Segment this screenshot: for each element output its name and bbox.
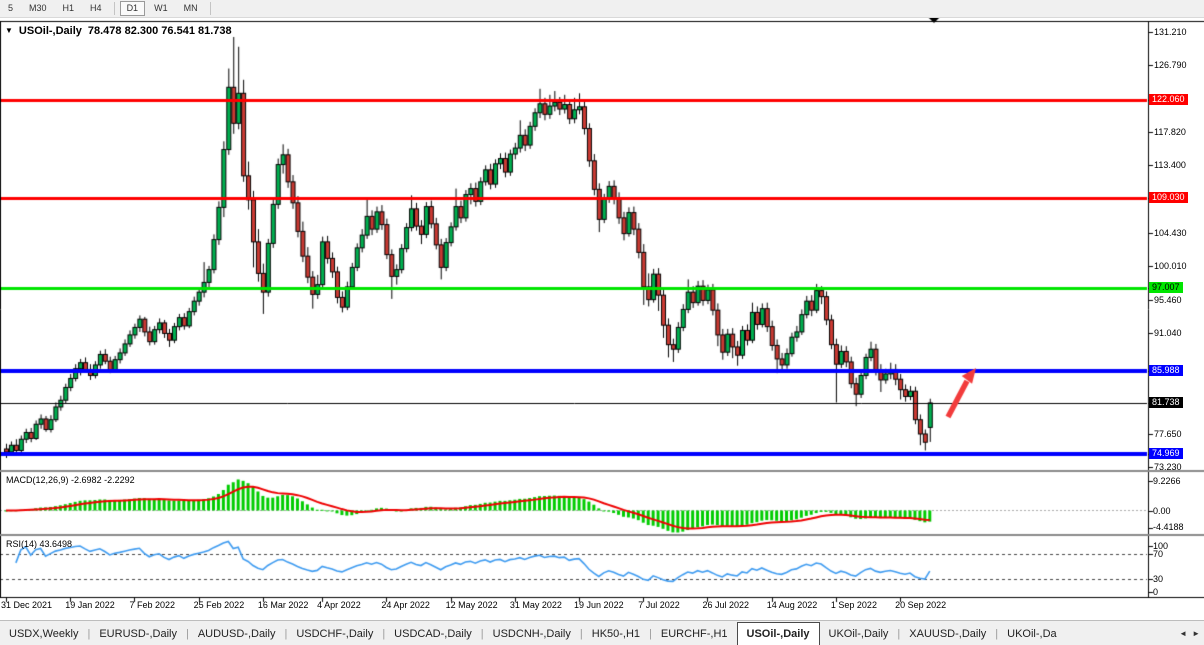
tab-audusd-daily[interactable]: AUDUSD-,Daily bbox=[189, 621, 285, 645]
date-label: 31 Dec 2021 bbox=[1, 600, 52, 610]
symbol-tab-bar: USDX,Weekly|EURUSD-,Daily|AUDUSD-,Daily|… bbox=[0, 620, 1204, 645]
price-axis-chip: 81.738 bbox=[1149, 397, 1183, 408]
tab-usdchf-daily[interactable]: USDCHF-,Daily bbox=[287, 621, 382, 645]
date-label: 14 Aug 2022 bbox=[767, 600, 818, 610]
tab-usdcad-daily[interactable]: USDCAD-,Daily bbox=[385, 621, 481, 645]
price-axis-chip: 109.030 bbox=[1149, 192, 1188, 203]
macd-indicator-name: MACD(12,26,9) bbox=[6, 475, 69, 485]
timeframe-button-m30[interactable]: M30 bbox=[22, 1, 54, 16]
tab-eurusd-daily[interactable]: EURUSD-,Daily bbox=[90, 621, 186, 645]
rsi-indicator-value: 43.6498 bbox=[40, 539, 73, 549]
tab-eurchf-h1[interactable]: EURCHF-,H1 bbox=[652, 621, 737, 645]
timeframe-button-h1[interactable]: H1 bbox=[56, 1, 82, 16]
tab-usdcnh-daily[interactable]: USDCNH-,Daily bbox=[484, 621, 580, 645]
timeframe-toolbar: 5M30H1H4 D1W1MN bbox=[0, 0, 1204, 18]
date-label: 7 Jul 2022 bbox=[638, 600, 680, 610]
date-label: 31 May 2022 bbox=[510, 600, 562, 610]
rsi-indicator-name: RSI(14) bbox=[6, 539, 37, 549]
toolbar-separator bbox=[114, 2, 115, 15]
tab-hk50-h1[interactable]: HK50-,H1 bbox=[583, 621, 649, 645]
date-label: 24 Apr 2022 bbox=[381, 600, 430, 610]
chart-symbol-label: USOil-,Daily bbox=[19, 25, 82, 37]
chart-ohlc-values: 78.478 82.300 76.541 81.738 bbox=[88, 25, 232, 37]
price-axis-label: 113.400 bbox=[1154, 160, 1186, 170]
chart-dropdown-icon: ▼ bbox=[5, 27, 13, 35]
timeframe-button-mn[interactable]: MN bbox=[177, 1, 205, 16]
price-axis-label: 95.460 bbox=[1154, 295, 1182, 305]
price-axis-chip: 97.007 bbox=[1149, 282, 1183, 293]
date-label: 4 Apr 2022 bbox=[317, 600, 361, 610]
price-axis-label: 73.230 bbox=[1154, 462, 1182, 472]
timeframe-button-h4[interactable]: H4 bbox=[83, 1, 109, 16]
timeframe-button-w1[interactable]: W1 bbox=[147, 1, 175, 16]
tab-xauusd-daily[interactable]: XAUUSD-,Daily bbox=[900, 621, 995, 645]
price-axis-label: 100.010 bbox=[1154, 261, 1187, 271]
tab-usdx-weekly[interactable]: USDX,Weekly bbox=[0, 621, 87, 645]
macd-axis-label: -4.4188 bbox=[1153, 522, 1184, 532]
date-label: 19 Jan 2022 bbox=[65, 600, 115, 610]
date-axis: 31 Dec 2021 19 Jan 2022 7 Feb 2022 25 Feb 2… bbox=[0, 599, 1148, 613]
tab-ukoil-da[interactable]: UKOil-,Da bbox=[998, 621, 1066, 645]
timeframe-button-d1[interactable]: D1 bbox=[120, 1, 146, 16]
price-axis-label: 126.790 bbox=[1154, 60, 1187, 70]
price-axis-chip: 122.060 bbox=[1149, 94, 1188, 105]
price-axis-chip: 85.988 bbox=[1149, 365, 1183, 376]
price-axis-label: 77.650 bbox=[1154, 429, 1182, 439]
rsi-axis-label: 70 bbox=[1153, 549, 1163, 559]
rsi-panel-label: RSI(14) 43.6498 bbox=[6, 539, 72, 549]
date-label: 7 Feb 2022 bbox=[129, 600, 175, 610]
macd-axis-label: 0.00 bbox=[1153, 506, 1171, 516]
chart-canvas bbox=[0, 0, 1204, 645]
trading-app-window: 5M30H1H4 D1W1MN ▼ USOil-,Daily 78.478 82.… bbox=[0, 0, 1204, 645]
macd-panel-label: MACD(12,26,9) -2.6982 -2.2292 bbox=[6, 475, 135, 485]
date-label: 25 Feb 2022 bbox=[194, 600, 245, 610]
macd-axis-label: 9.2266 bbox=[1153, 476, 1181, 486]
price-axis-label: 131.210 bbox=[1154, 27, 1187, 37]
date-label: 26 Jul 2022 bbox=[702, 600, 749, 610]
date-label: 16 Mar 2022 bbox=[258, 600, 309, 610]
tab-scroll-arrows: ◄ ► bbox=[1179, 621, 1202, 645]
macd-indicator-values: -2.6982 -2.2292 bbox=[71, 475, 135, 485]
price-axis-chip: 74.969 bbox=[1149, 448, 1183, 459]
timeframe-button-5[interactable]: 5 bbox=[1, 1, 20, 16]
date-label: 19 Jun 2022 bbox=[574, 600, 624, 610]
rsi-axis-label: 30 bbox=[1153, 574, 1163, 584]
date-label: 20 Sep 2022 bbox=[895, 600, 946, 610]
toolbar-separator bbox=[210, 2, 211, 15]
date-label: 12 May 2022 bbox=[446, 600, 498, 610]
chart-title: ▼ USOil-,Daily 78.478 82.300 76.541 81.7… bbox=[5, 25, 232, 37]
tab-scroll-left-icon[interactable]: ◄ bbox=[1179, 629, 1187, 638]
date-label: 1 Sep 2022 bbox=[831, 600, 877, 610]
tab-ukoil-daily[interactable]: UKOil-,Daily bbox=[820, 621, 898, 645]
price-axis-label: 117.820 bbox=[1154, 127, 1186, 137]
tab-usoil-daily[interactable]: USOil-,Daily bbox=[737, 622, 820, 645]
price-axis-label: 104.430 bbox=[1154, 228, 1187, 238]
price-axis-label: 91.040 bbox=[1154, 328, 1182, 338]
rsi-axis-label: 0 bbox=[1153, 587, 1158, 597]
tabs-holder: USDX,Weekly|EURUSD-,Daily|AUDUSD-,Daily|… bbox=[0, 621, 1066, 645]
tab-scroll-right-icon[interactable]: ► bbox=[1192, 629, 1200, 638]
